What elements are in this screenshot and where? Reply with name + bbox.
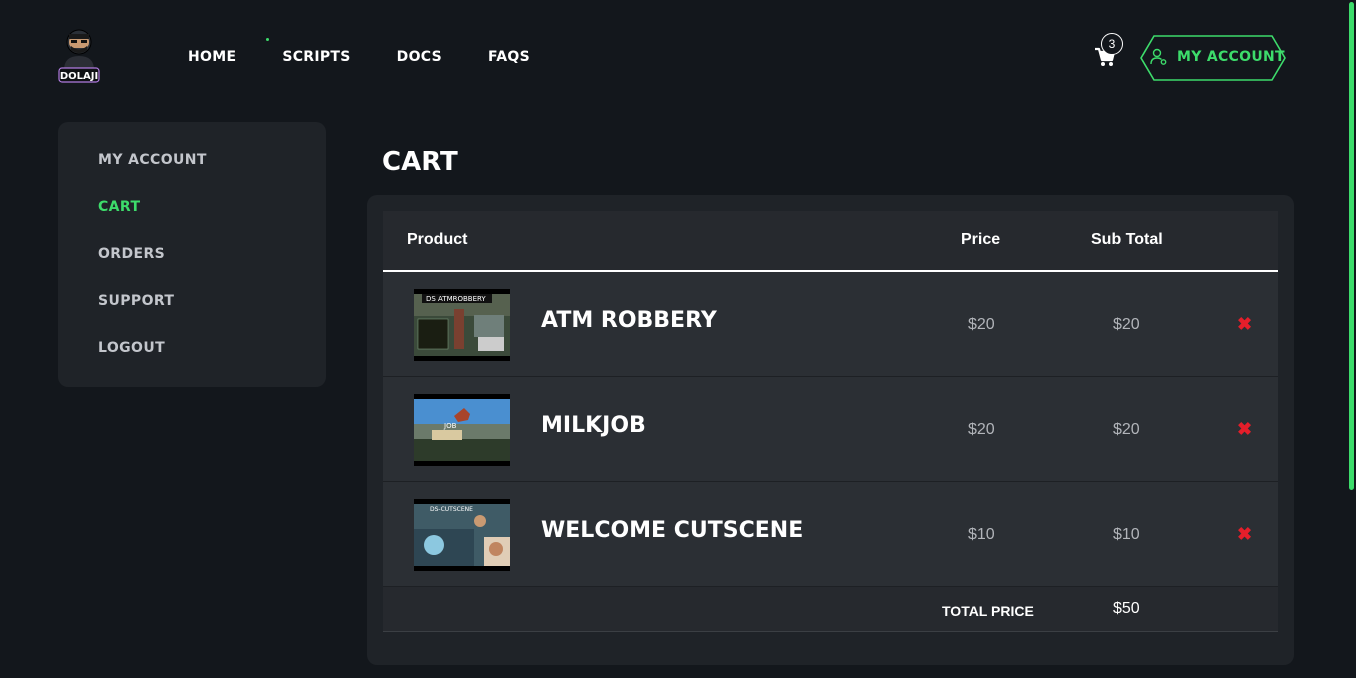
table-row: JOB MILKJOB $20 $20 ✖ — [383, 377, 1278, 482]
scrollbar-thumb[interactable] — [1349, 2, 1354, 490]
sidebar-item-cart[interactable]: CART — [98, 199, 286, 246]
total-price-label: TOTAL PRICE — [942, 603, 1034, 619]
sidebar-item-support[interactable]: SUPPORT — [98, 293, 286, 340]
table-footer: TOTAL PRICE $50 — [383, 587, 1278, 632]
nav-docs[interactable]: DOCS — [397, 49, 442, 65]
remove-item-icon[interactable]: ✖ — [1237, 420, 1253, 438]
user-settings-icon — [1150, 48, 1167, 65]
cart-table: Product Price Sub Total DS ATMROBBERY AT… — [383, 211, 1278, 632]
account-sidebar: MY ACCOUNT CART ORDERS SUPPORT LOGOUT — [58, 122, 326, 387]
site-logo[interactable]: DOLAJI — [56, 26, 102, 88]
milkjob-thumbnail-icon: JOB — [414, 399, 510, 461]
table-row: DS-CUTSCENE WELCOME CUTSCENE $10 $10 ✖ — [383, 482, 1278, 587]
product-subtotal: $10 — [1113, 526, 1140, 543]
page-scrollbar[interactable] — [1348, 0, 1356, 678]
column-subtotal: Sub Total — [1091, 231, 1163, 248]
product-thumbnail[interactable]: DS-CUTSCENE — [414, 499, 510, 571]
total-price-value: $50 — [1113, 600, 1140, 617]
page-title: CART — [382, 147, 458, 177]
avatar-logo-icon: DOLAJI — [58, 29, 100, 83]
cart-panel: Product Price Sub Total DS ATMROBBERY AT… — [367, 195, 1294, 665]
sidebar-item-orders[interactable]: ORDERS — [98, 246, 286, 293]
product-price: $20 — [968, 421, 995, 438]
cart-count-badge: 3 — [1101, 33, 1123, 55]
svg-text:DOLAJI: DOLAJI — [60, 71, 98, 82]
table-header: Product Price Sub Total — [383, 211, 1278, 272]
thumb-caption: DS-CUTSCENE — [430, 506, 473, 513]
main-nav: HOME SCRIPTS DOCS FAQS — [188, 38, 576, 65]
product-name[interactable]: WELCOME CUTSCENE — [541, 518, 803, 543]
nav-home[interactable]: HOME — [188, 49, 236, 65]
nav-faqs[interactable]: FAQS — [488, 49, 530, 65]
product-thumbnail[interactable]: DS ATMROBBERY — [414, 289, 510, 361]
thumb-caption: JOB — [443, 422, 457, 430]
nav-scripts[interactable]: SCRIPTS — [266, 38, 350, 65]
table-row: DS ATMROBBERY ATM ROBBERY $20 $20 ✖ — [383, 272, 1278, 377]
sidebar-item-my-account[interactable]: MY ACCOUNT — [98, 152, 286, 199]
column-price: Price — [961, 231, 1001, 248]
my-account-label: MY ACCOUNT — [1177, 49, 1285, 65]
my-account-button[interactable]: MY ACCOUNT — [1140, 35, 1286, 81]
cutscene-thumbnail-icon: DS-CUTSCENE — [414, 504, 510, 566]
thumb-caption: DS ATMROBBERY — [426, 295, 486, 303]
atm-robbery-thumbnail-icon: DS ATMROBBERY — [414, 294, 510, 356]
product-name[interactable]: MILKJOB — [541, 413, 646, 438]
product-subtotal: $20 — [1113, 421, 1140, 438]
column-product: Product — [407, 231, 468, 248]
product-subtotal: $20 — [1113, 316, 1140, 333]
product-price: $10 — [968, 526, 995, 543]
product-price: $20 — [968, 316, 995, 333]
sidebar-item-logout[interactable]: LOGOUT — [98, 340, 286, 387]
product-thumbnail[interactable]: JOB — [414, 394, 510, 466]
remove-item-icon[interactable]: ✖ — [1237, 315, 1253, 333]
product-name[interactable]: ATM ROBBERY — [541, 308, 717, 333]
remove-item-icon[interactable]: ✖ — [1237, 525, 1253, 543]
